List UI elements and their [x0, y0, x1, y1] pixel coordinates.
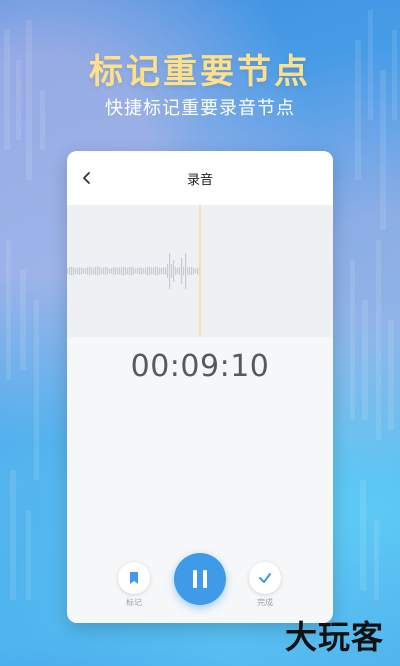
hero-title: 标记重要节点	[89, 52, 311, 92]
waveform-bar	[149, 266, 151, 276]
waveform-bar	[197, 267, 199, 275]
waveform-bar	[127, 267, 129, 275]
waveform-bar	[89, 266, 91, 276]
waveform-bar	[193, 268, 195, 274]
waveform-bar	[183, 266, 185, 276]
mark-label: 标记	[126, 598, 142, 607]
recording-controls: 标记 完成	[67, 553, 333, 613]
waveform-bar	[87, 267, 89, 275]
waveform-bar	[95, 266, 97, 276]
waveform-bar	[181, 258, 183, 284]
waveform-bar	[115, 267, 117, 275]
waveform-bar	[103, 267, 105, 275]
waveform-bar	[83, 268, 85, 274]
waveform-bar	[119, 267, 121, 275]
recording-timer: 00:09:10	[130, 349, 270, 384]
check-icon	[259, 573, 271, 583]
watermark-logo: 大玩客	[284, 618, 384, 656]
waveform-bar	[189, 266, 191, 276]
waveform-bar	[163, 267, 165, 275]
pause-icon	[193, 570, 207, 588]
waveform-bar	[73, 267, 75, 275]
waveform-bar	[81, 267, 83, 275]
waveform-bar	[117, 267, 119, 275]
waveform-bar	[187, 267, 189, 275]
waveform-bar	[91, 267, 93, 275]
done-label: 完成	[257, 598, 273, 607]
waveform-bar	[173, 260, 175, 282]
waveform-bar	[177, 267, 179, 275]
waveform-bar	[179, 267, 181, 275]
bookmark-icon	[130, 572, 138, 584]
mark-button[interactable]	[118, 562, 150, 594]
waveform-bar	[147, 266, 149, 276]
done-button[interactable]	[249, 562, 281, 594]
waveform-bar	[195, 268, 197, 274]
waveform-bar	[143, 268, 145, 274]
waveform-bar	[107, 267, 109, 275]
waveform-bar	[111, 268, 113, 274]
waveform-bar	[145, 267, 147, 275]
waveform-bar	[165, 267, 167, 275]
waveform-bar	[159, 267, 161, 275]
waveform-bar	[85, 268, 87, 274]
waveform-bar	[191, 267, 193, 275]
waveform-bar	[175, 267, 177, 275]
waveform-bar	[97, 266, 99, 276]
waveform-bar	[109, 268, 111, 274]
waveform-bar	[141, 267, 143, 275]
waveform-bar	[153, 267, 155, 275]
waveform-bar	[113, 267, 115, 275]
waveform-bar	[133, 267, 135, 275]
waveform-bar	[185, 253, 187, 289]
waveform-bar	[137, 267, 139, 275]
waveform-bar	[131, 266, 133, 276]
waveform-bar	[121, 266, 123, 276]
waveform-bar	[99, 267, 101, 275]
waveform-bar	[169, 253, 171, 289]
waveform-bar	[79, 267, 81, 275]
waveform-bar	[77, 267, 79, 275]
hero-subtitle: 快捷标记重要录音节点	[105, 98, 295, 119]
pause-button[interactable]	[174, 553, 226, 605]
waveform-bar	[139, 267, 141, 275]
waveform-bar	[67, 268, 69, 274]
waveform-bar	[75, 268, 77, 274]
app-header: 录音	[67, 151, 333, 205]
waveform-bar	[101, 268, 103, 274]
phone-screen: 录音 00:09:10 标记 完成	[67, 151, 333, 623]
waveform-bar	[93, 267, 95, 275]
waveform-bar	[69, 267, 71, 275]
waveform-bar	[157, 266, 159, 276]
waveform-bar	[161, 268, 163, 274]
waveform-bar	[71, 266, 73, 276]
waveform-bar	[125, 267, 127, 275]
page-title: 录音	[186, 173, 213, 188]
waveform-bar	[123, 266, 125, 276]
audio-waveform	[67, 205, 333, 337]
waveform-bar	[171, 264, 173, 278]
waveform-bar	[129, 266, 131, 276]
waveform-bar	[167, 264, 169, 278]
waveform-bar	[105, 266, 107, 276]
waveform-bar	[155, 266, 157, 276]
waveform-bar	[151, 267, 153, 275]
waveform-bar	[135, 268, 137, 274]
